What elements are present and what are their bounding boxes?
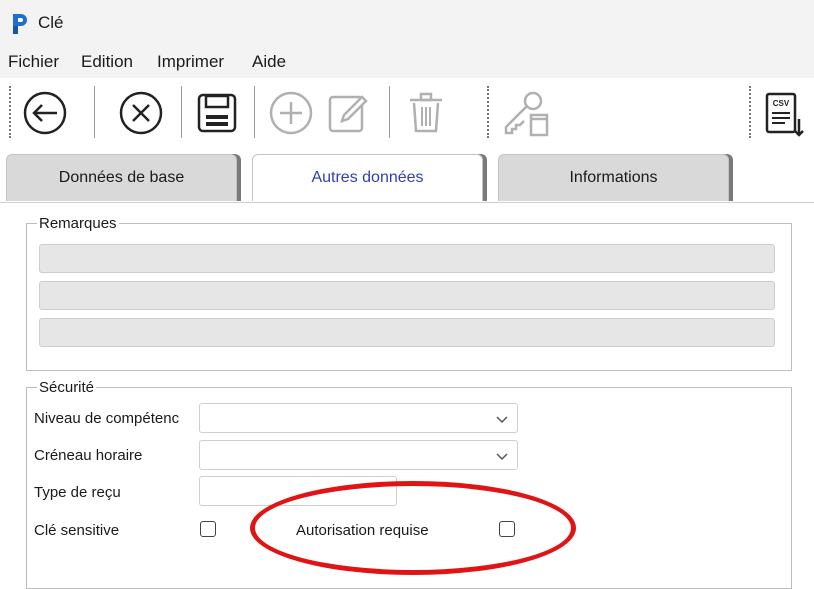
delete-button[interactable]	[398, 85, 454, 141]
toolbar-separator	[389, 86, 390, 138]
menu-edition[interactable]: Edition	[81, 52, 133, 72]
time-slot-combobox[interactable]	[199, 440, 518, 470]
security-group: Sécurité Niveau de compétenc Créneau hor…	[26, 379, 792, 589]
csv-export-icon: CSV	[765, 92, 804, 137]
save-icon	[197, 93, 237, 133]
receipt-type-field[interactable]	[199, 476, 397, 506]
edit-icon	[328, 95, 368, 133]
sensitive-key-checkbox[interactable]	[200, 521, 216, 537]
toolbar-grip[interactable]	[749, 86, 751, 138]
back-button[interactable]	[17, 85, 73, 141]
security-group-title: Sécurité	[37, 379, 97, 396]
remark-line-3[interactable]	[39, 318, 775, 347]
tab-content: Remarques Sécurité Niveau de compétenc C…	[0, 202, 814, 589]
toolbar-grip[interactable]	[9, 86, 11, 138]
sensitive-key-label: Clé sensitive	[34, 522, 120, 539]
toolbar-separator	[181, 86, 182, 138]
back-arrow-icon	[23, 91, 67, 135]
remark-line-2[interactable]	[39, 281, 775, 310]
save-button[interactable]	[189, 85, 245, 141]
cancel-icon	[119, 91, 163, 135]
receipt-type-label: Type de reçu	[34, 484, 121, 501]
chevron-down-icon	[496, 453, 508, 461]
toolbar: CSV	[0, 78, 814, 146]
toolbar-separator	[254, 86, 255, 138]
add-button[interactable]	[263, 85, 319, 141]
remark-line-1[interactable]	[39, 244, 775, 273]
menu-imprimer[interactable]: Imprimer	[157, 52, 224, 72]
remarks-group: Remarques	[26, 215, 792, 371]
csv-export-button[interactable]: CSV	[757, 85, 813, 141]
edit-button[interactable]	[320, 85, 376, 141]
key-document-icon	[504, 91, 549, 137]
skill-level-combobox[interactable]	[199, 403, 518, 433]
tab-strip: Données de base Autres données Informati…	[0, 146, 814, 202]
app-logo-icon	[13, 14, 27, 34]
add-icon	[269, 91, 313, 135]
menu-fichier[interactable]: Fichier	[8, 52, 59, 72]
delete-icon	[410, 92, 442, 133]
authorization-required-label: Autorisation requise	[296, 522, 429, 539]
toolbar-grip[interactable]	[487, 86, 489, 138]
chevron-down-icon	[496, 416, 508, 424]
key-document-button[interactable]	[496, 85, 552, 141]
title-bar: Clé	[0, 0, 814, 46]
tab-donnees-de-base[interactable]: Données de base	[6, 154, 237, 201]
remarks-group-title: Remarques	[37, 215, 119, 232]
time-slot-label: Créneau horaire	[34, 447, 143, 464]
authorization-required-checkbox[interactable]	[499, 521, 515, 537]
menu-bar: Fichier Edition Imprimer Aide	[0, 46, 814, 78]
tab-autres-donnees[interactable]: Autres données	[252, 154, 483, 201]
menu-aide[interactable]: Aide	[252, 52, 286, 72]
tab-informations[interactable]: Informations	[498, 154, 729, 201]
toolbar-separator	[94, 86, 95, 138]
skill-level-label: Niveau de compétenc	[34, 410, 180, 427]
csv-label: CSV	[773, 99, 790, 108]
cancel-button[interactable]	[113, 85, 169, 141]
window-title: Clé	[38, 13, 64, 32]
